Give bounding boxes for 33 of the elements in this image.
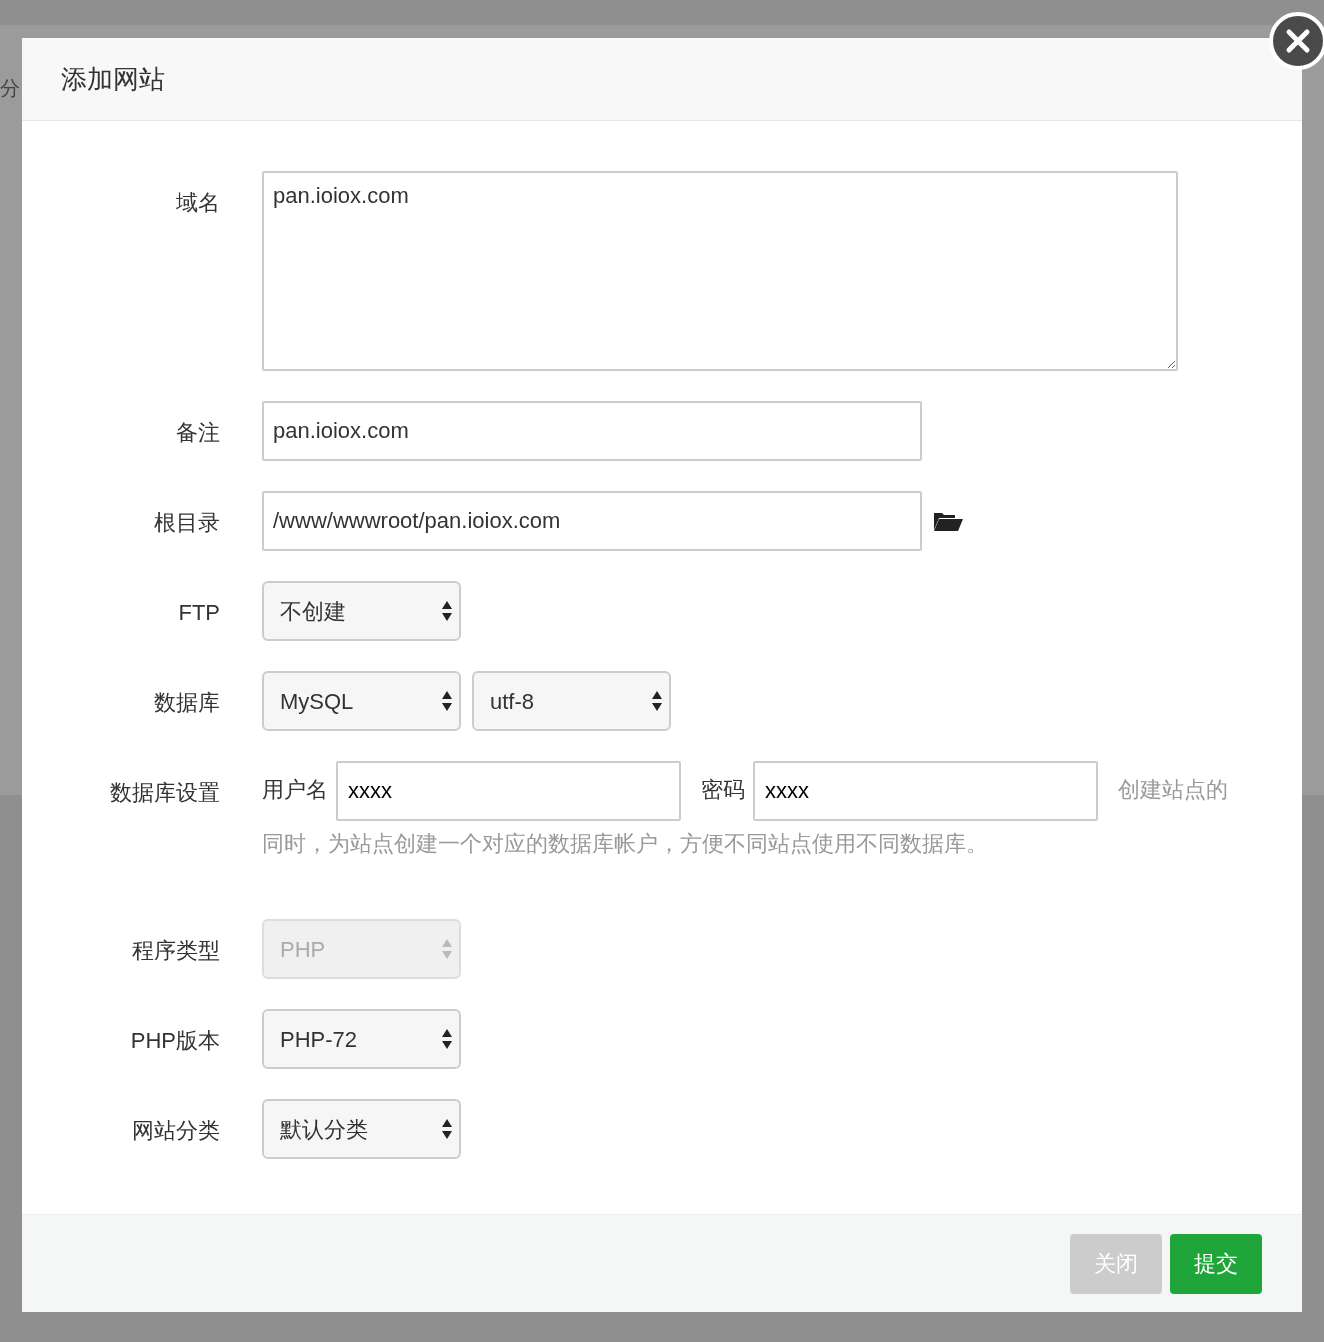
select-field[interactable]: 默认分类 (262, 1099, 461, 1159)
updown-arrows-icon (441, 938, 453, 960)
updown-arrows-icon (441, 1118, 453, 1140)
field-label: 网站分类 (131, 1117, 220, 1145)
hint-text: 同时，为站点创建一个对应的数据库帐户，方便不同站点使用不同数据库。 (262, 830, 989, 858)
updown-arrows-icon (441, 600, 453, 622)
field-label: 程序类型 (131, 937, 220, 965)
input-field[interactable]: pan.ioiox.com (262, 401, 922, 461)
select-field[interactable]: utf-8 (472, 671, 671, 731)
field-label: 密码 (701, 776, 745, 802)
field-label: 数据库 (153, 689, 220, 717)
path-field[interactable]: /www/wwwroot/pan.ioiox.com (262, 491, 922, 551)
field-label: 用户名 (262, 776, 328, 802)
updown-arrows-icon (441, 690, 453, 712)
dialog-title: 添加网站 (61, 62, 165, 96)
hint-text: 创建站点的 (1118, 776, 1228, 802)
field-label: 域名 (175, 189, 220, 217)
background-text: 分 (0, 76, 20, 101)
select-field[interactable]: MySQL (262, 671, 461, 731)
select-field[interactable]: PHP-72 (262, 1009, 461, 1069)
updown-arrows-icon (441, 1028, 453, 1050)
field-label: 备注 (175, 419, 220, 447)
field-label: PHP版本 (129, 1027, 220, 1055)
folder-icon[interactable] (933, 510, 963, 532)
password-field[interactable]: xxxx (753, 761, 1098, 821)
field-label: 根目录 (153, 509, 220, 537)
select-field[interactable]: 不创建 (262, 581, 461, 641)
updown-arrows-icon (651, 690, 663, 712)
domain-field[interactable]: pan.ioiox.com (262, 171, 1178, 371)
username-field[interactable]: xxxx (336, 761, 681, 821)
field-label: 数据库设置 (109, 779, 220, 807)
field-label: FTP (177, 599, 220, 627)
close-icon[interactable] (1269, 12, 1324, 70)
